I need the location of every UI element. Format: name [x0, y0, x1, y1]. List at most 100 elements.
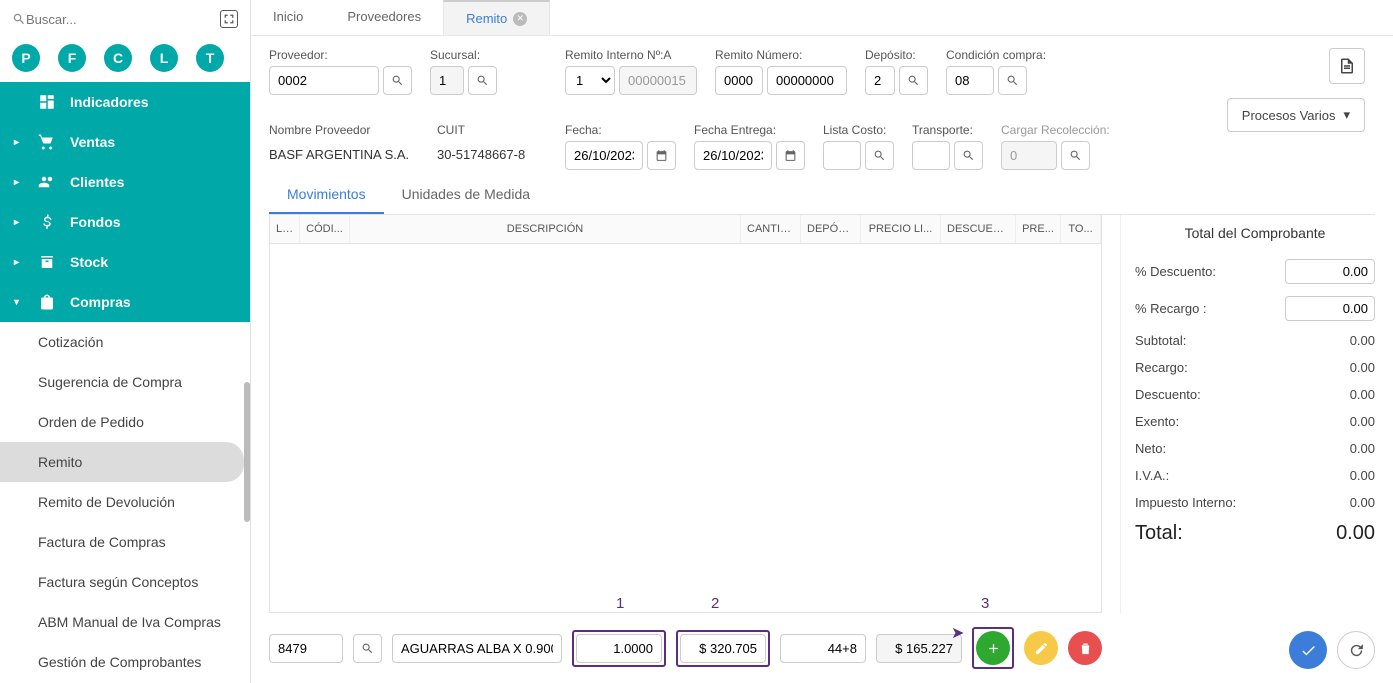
nav-label: Fondos	[70, 214, 121, 230]
document-button[interactable]	[1329, 48, 1365, 84]
col-precio[interactable]: PRECIO LI...	[861, 215, 941, 243]
proveedor-label: Proveedor:	[269, 48, 412, 62]
search-icon[interactable]	[468, 66, 497, 95]
entry-code-input[interactable]	[269, 634, 343, 663]
search-icon[interactable]	[383, 66, 412, 95]
nav-compras[interactable]: ▾ Compras	[0, 282, 250, 322]
subtab-movimientos[interactable]: Movimientos	[269, 176, 384, 214]
cuit-value: 30-51748667-8	[437, 145, 547, 162]
nav-ventas[interactable]: ▸ Ventas	[0, 122, 250, 162]
avatar[interactable]: C	[104, 44, 132, 72]
nav-fondos[interactable]: ▸ Fondos	[0, 202, 250, 242]
transporte-input[interactable]	[912, 141, 950, 170]
remito-int-label: Remito Interno Nº:A	[565, 48, 697, 62]
chevron-down-icon: ▾	[1343, 107, 1350, 123]
search-icon[interactable]	[899, 66, 928, 95]
entry-disc-input[interactable]	[780, 634, 866, 663]
entry-qty-input[interactable]	[576, 634, 662, 663]
nav-label: Compras	[70, 294, 131, 310]
subtab-unidades[interactable]: Unidades de Medida	[384, 176, 548, 214]
close-icon[interactable]: ✕	[513, 12, 527, 26]
col-desc2[interactable]: DESCUEN...	[941, 215, 1016, 243]
cond-label: Condición compra:	[946, 48, 1046, 62]
calendar-icon[interactable]	[647, 141, 676, 170]
sidebar-item-remito[interactable]: Remito	[0, 442, 244, 482]
chevron-right-icon: ▸	[14, 257, 24, 268]
col-codi[interactable]: CÓDI...	[300, 215, 350, 243]
transporte-label: Transporte:	[912, 123, 983, 137]
tab-label: Remito	[466, 11, 507, 26]
deposito-input[interactable]	[865, 66, 895, 95]
descuento-label: % Descuento:	[1135, 264, 1216, 279]
sidebar-item-sugerencia[interactable]: Sugerencia de Compra	[0, 362, 250, 402]
sucursal-label: Sucursal:	[430, 48, 497, 62]
lista-input[interactable]	[823, 141, 861, 170]
nav-clientes[interactable]: ▸ Clientes	[0, 162, 250, 202]
sidebar-item-abm-iva[interactable]: ABM Manual de Iva Compras	[0, 602, 250, 642]
edit-button[interactable]	[1024, 631, 1058, 665]
movements-grid: LI... CÓDI... DESCRIPCIÓN CANTID... DEPÓ…	[269, 215, 1102, 613]
nav-stock[interactable]: ▸ Stock	[0, 242, 250, 282]
procesos-button[interactable]: Procesos Varios ▾	[1227, 98, 1365, 132]
calendar-icon[interactable]	[776, 141, 805, 170]
chevron-right-icon: ▸	[14, 217, 24, 228]
col-pre[interactable]: PRE...	[1016, 215, 1061, 243]
col-dep[interactable]: DEPÓSI...	[801, 215, 861, 243]
avatar[interactable]: T	[196, 44, 224, 72]
search-icon[interactable]	[998, 66, 1027, 95]
confirm-button[interactable]	[1289, 631, 1327, 669]
tab-remito[interactable]: Remito ✕	[443, 0, 550, 35]
avatar[interactable]: L	[150, 44, 178, 72]
sidebar-item-factura-conceptos[interactable]: Factura según Conceptos	[0, 562, 250, 602]
search-icon[interactable]	[865, 141, 894, 170]
nav-indicadores[interactable]: Indicadores	[0, 82, 250, 122]
arrow-icon: ➤	[951, 623, 964, 643]
nombre-label: Nombre Proveedor	[269, 123, 419, 137]
grid-body	[270, 244, 1101, 612]
descuento-input[interactable]	[1285, 259, 1375, 284]
search-icon[interactable]	[954, 141, 983, 170]
tab-proveedores[interactable]: Proveedores	[325, 0, 443, 35]
fecha-input[interactable]	[565, 141, 643, 170]
scrollbar-thumb[interactable]	[244, 382, 250, 522]
remito-int-select[interactable]: 1	[565, 66, 615, 95]
remito-num-a[interactable]	[715, 66, 763, 95]
search-icon[interactable]	[1061, 141, 1090, 170]
add-button[interactable]	[976, 631, 1010, 665]
recargo-input[interactable]	[1285, 296, 1375, 321]
fullscreen-icon[interactable]	[220, 10, 238, 28]
remito-num-b[interactable]	[767, 66, 847, 95]
fecha-ent-label: Fecha Entrega:	[694, 123, 805, 137]
fecha-ent-input[interactable]	[694, 141, 772, 170]
col-li[interactable]: LI...	[270, 215, 300, 243]
avatar[interactable]: F	[58, 44, 86, 72]
avatar[interactable]: P	[12, 44, 40, 72]
delete-button[interactable]	[1068, 631, 1102, 665]
col-to[interactable]: TO...	[1061, 215, 1101, 243]
chevron-right-icon: ▸	[14, 177, 24, 188]
sidebar-item-orden[interactable]: Orden de Pedido	[0, 402, 250, 442]
proveedor-input[interactable]	[269, 66, 379, 95]
row-val: 0.00	[1350, 387, 1375, 402]
recargo-label: % Recargo :	[1135, 301, 1207, 316]
sidebar-item-gestion[interactable]: Gestión de Comprobantes	[0, 642, 250, 682]
cond-input[interactable]	[946, 66, 994, 95]
entry-price-input[interactable]	[680, 634, 766, 663]
sidebar-item-remito-dev[interactable]: Remito de Devolución	[0, 482, 250, 522]
search-icon[interactable]	[353, 634, 382, 663]
col-cant[interactable]: CANTID...	[741, 215, 801, 243]
recol-input	[1001, 141, 1057, 170]
lista-label: Lista Costo:	[823, 123, 894, 137]
sidebar-item-cotizacion[interactable]: Cotización	[0, 322, 250, 362]
search-input[interactable]	[26, 12, 166, 27]
deposito-label: Depósito:	[865, 48, 928, 62]
row-label: Descuento:	[1135, 387, 1201, 402]
tab-inicio[interactable]: Inicio	[251, 0, 325, 35]
sidebar-item-factura-compras[interactable]: Factura de Compras	[0, 522, 250, 562]
entry-desc-input[interactable]	[392, 634, 562, 663]
reload-button[interactable]	[1337, 631, 1375, 669]
sucursal-input[interactable]	[430, 66, 464, 95]
procesos-label: Procesos Varios	[1242, 108, 1336, 123]
entry-final-input	[876, 634, 962, 663]
col-desc[interactable]: DESCRIPCIÓN	[350, 215, 741, 243]
